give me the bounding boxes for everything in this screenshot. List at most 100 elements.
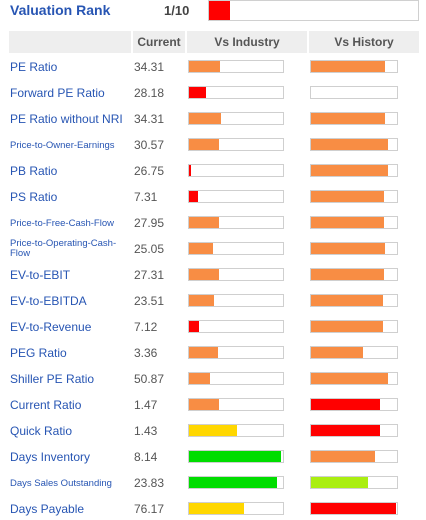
vs-history-bar-fill xyxy=(311,477,368,488)
vs-industry-bar xyxy=(188,372,284,385)
vs-industry-bar-fill xyxy=(189,243,214,254)
vs-industry-bar xyxy=(188,476,284,489)
vs-history-bar xyxy=(310,294,398,307)
vs-history-bar-fill xyxy=(311,139,388,150)
metric-name-link[interactable]: Days Inventory xyxy=(10,451,130,464)
metric-name-link[interactable]: Quick Ratio xyxy=(10,425,130,438)
vs-industry-bar-fill xyxy=(189,191,199,202)
vs-industry-bar xyxy=(188,60,284,73)
vs-history-bar xyxy=(310,268,398,281)
metric-name-link[interactable]: EV-to-EBIT xyxy=(10,269,130,282)
vs-history-bar xyxy=(310,398,398,411)
vs-industry-bar-fill xyxy=(189,321,200,332)
valuation-rank-link[interactable]: Valuation Rank xyxy=(10,2,110,18)
metric-current-value: 27.95 xyxy=(134,216,165,230)
vs-history-bar xyxy=(310,242,398,255)
metric-name-link[interactable]: Price-to-Operating-Cash-Flow xyxy=(10,239,130,259)
table-row: Quick Ratio 1.43 xyxy=(0,418,426,444)
vs-industry-bar-fill xyxy=(189,347,219,358)
vs-history-bar-fill xyxy=(311,399,380,410)
vs-history-bar-fill xyxy=(311,425,380,436)
vs-history-bar-fill xyxy=(311,243,385,254)
valuation-rank-score: 1/10 xyxy=(164,3,190,18)
table-row: Days Payable 76.17 xyxy=(0,496,426,520)
table-row: PE Ratio 34.31 xyxy=(0,54,426,80)
vs-history-bar-fill xyxy=(311,295,384,306)
vs-history-bar-fill xyxy=(311,217,385,228)
metric-current-value: 30.57 xyxy=(134,138,165,152)
table-row: PS Ratio 7.31 xyxy=(0,184,426,210)
metric-name-link[interactable]: Days Sales Outstanding xyxy=(10,478,130,489)
metric-current-value: 1.43 xyxy=(134,424,158,438)
valuation-rank-header: Valuation Rank 1/10 xyxy=(0,0,426,28)
vs-history-bar-fill xyxy=(311,269,385,280)
metric-name-link[interactable]: Price-to-Free-Cash-Flow xyxy=(10,218,130,229)
metric-current-value: 25.05 xyxy=(134,242,165,256)
table-row: EV-to-EBITDA 23.51 xyxy=(0,288,426,314)
vs-history-bar-fill xyxy=(311,347,363,358)
column-header-vs-history: Vs History xyxy=(309,31,419,53)
vs-history-bar-fill xyxy=(311,191,385,202)
vs-history-bar xyxy=(310,372,398,385)
table-row: PEG Ratio 3.36 xyxy=(0,340,426,366)
table-row: Price-to-Owner-Earnings 30.57 xyxy=(0,132,426,158)
table-row: EV-to-EBIT 27.31 xyxy=(0,262,426,288)
vs-history-bar-fill xyxy=(311,113,385,124)
metric-name-link[interactable]: EV-to-Revenue xyxy=(10,321,130,334)
table-row: Price-to-Free-Cash-Flow 27.95 xyxy=(0,210,426,236)
column-header-metric xyxy=(9,31,131,53)
metric-current-value: 34.31 xyxy=(134,60,165,74)
vs-industry-bar xyxy=(188,268,284,281)
metric-name-link[interactable]: Forward PE Ratio xyxy=(10,87,130,100)
vs-history-bar xyxy=(310,476,398,489)
metric-name-link[interactable]: Price-to-Owner-Earnings xyxy=(10,140,130,151)
metric-current-value: 23.51 xyxy=(134,294,165,308)
vs-industry-bar xyxy=(188,450,284,463)
vs-industry-bar-fill xyxy=(189,425,237,436)
column-header-vs-industry: Vs Industry xyxy=(187,31,307,53)
metric-name-link[interactable]: PE Ratio without NRI xyxy=(10,113,130,126)
metric-name-link[interactable]: PEG Ratio xyxy=(10,347,130,360)
metric-current-value: 8.14 xyxy=(134,450,158,464)
vs-industry-bar-fill xyxy=(189,269,220,280)
metric-current-value: 50.87 xyxy=(134,372,165,386)
vs-history-bar-fill xyxy=(311,373,388,384)
table-row: Days Sales Outstanding 23.83 xyxy=(0,470,426,496)
metric-name-link[interactable]: PS Ratio xyxy=(10,191,130,204)
vs-history-bar-fill xyxy=(311,165,388,176)
table-column-headers: Current Vs Industry Vs History xyxy=(0,31,426,53)
vs-industry-bar xyxy=(188,398,284,411)
table-row: Shiller PE Ratio 50.87 xyxy=(0,366,426,392)
metric-current-value: 3.36 xyxy=(134,346,158,360)
vs-history-bar xyxy=(310,216,398,229)
metric-name-link[interactable]: PB Ratio xyxy=(10,165,130,178)
metric-current-value: 1.47 xyxy=(134,398,158,412)
vs-history-bar-fill xyxy=(311,503,397,514)
vs-industry-bar xyxy=(188,164,284,177)
vs-industry-bar-fill xyxy=(189,451,282,462)
metric-name-link[interactable]: PE Ratio xyxy=(10,61,130,74)
vs-industry-bar-fill xyxy=(189,139,220,150)
metric-current-value: 34.31 xyxy=(134,112,165,126)
table-row: Forward PE Ratio 28.18 xyxy=(0,80,426,106)
vs-industry-bar xyxy=(188,112,284,125)
metric-name-link[interactable]: Shiller PE Ratio xyxy=(10,373,130,386)
table-row: EV-to-Revenue 7.12 xyxy=(0,314,426,340)
vs-history-bar-fill xyxy=(311,321,384,332)
vs-history-bar xyxy=(310,138,398,151)
vs-industry-bar xyxy=(188,320,284,333)
vs-history-bar-fill xyxy=(311,451,375,462)
metric-current-value: 27.31 xyxy=(134,268,165,282)
metric-name-link[interactable]: Days Payable xyxy=(10,503,130,516)
table-row: Current Ratio 1.47 xyxy=(0,392,426,418)
vs-industry-bar-fill xyxy=(189,503,244,514)
metric-current-value: 23.83 xyxy=(134,476,165,490)
table-row: Price-to-Operating-Cash-Flow 25.05 xyxy=(0,236,426,262)
vs-industry-bar-fill xyxy=(189,165,191,176)
metric-current-value: 7.31 xyxy=(134,190,158,204)
metric-name-link[interactable]: EV-to-EBITDA xyxy=(10,295,130,308)
vs-industry-bar-fill xyxy=(189,477,278,488)
vs-history-bar-fill xyxy=(311,61,385,72)
metric-name-link[interactable]: Current Ratio xyxy=(10,399,130,412)
column-header-current: Current xyxy=(133,31,185,53)
